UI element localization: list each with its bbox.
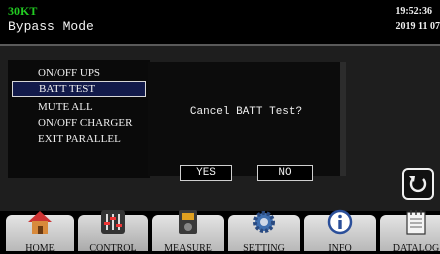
tab-info[interactable]: INFO: [304, 209, 376, 254]
back-button[interactable]: [402, 168, 434, 200]
menu-item-batt-test[interactable]: BATT TEST: [12, 81, 146, 97]
menu-item-mute-all[interactable]: MUTE ALL: [12, 99, 146, 115]
refresh-back-icon: [409, 176, 427, 193]
tab-control[interactable]: CONTROL: [78, 210, 148, 254]
tab-measure[interactable]: MEASURE: [152, 210, 224, 254]
tab-home[interactable]: HOME: [6, 211, 74, 254]
yes-button[interactable]: YES: [180, 165, 232, 181]
clock-date: 2019 11 07: [395, 21, 440, 32]
no-button[interactable]: NO: [257, 165, 313, 181]
menu-item-onoff-charger[interactable]: ON/OFF CHARGER: [12, 115, 146, 131]
sliders-icon: [101, 210, 125, 234]
mode-label: Bypass Mode: [8, 19, 94, 34]
notebook-icon: [406, 210, 426, 235]
menu-item-onoff-ups[interactable]: ON/OFF UPS: [12, 65, 146, 81]
tab-datalog[interactable]: DATALOG: [380, 210, 440, 254]
info-icon: [327, 209, 353, 235]
clock-time: 19:52:36: [395, 6, 432, 17]
model-label: 30KT: [8, 4, 38, 18]
gear-icon: [253, 211, 275, 233]
dialog-shadow: [340, 62, 346, 176]
dialog-message: Cancel BATT Test?: [189, 106, 303, 118]
tab-setting[interactable]: SETTING: [228, 211, 300, 254]
control-menu: ON/OFF UPS BATT TEST MUTE ALL ON/OFF CHA…: [8, 60, 150, 178]
status-header: 30KT Bypass Mode 19:52:36 2019 11 07: [0, 0, 440, 44]
bottom-tabbar: HOME CONTROL MEASURE SETTING INFO DATALO…: [0, 209, 440, 254]
meter-icon: [179, 210, 197, 234]
confirm-dialog: Cancel BATT Test?: [148, 62, 344, 176]
house-icon: [28, 211, 52, 234]
menu-item-exit-parallel[interactable]: EXIT PARALLEL: [12, 131, 146, 147]
